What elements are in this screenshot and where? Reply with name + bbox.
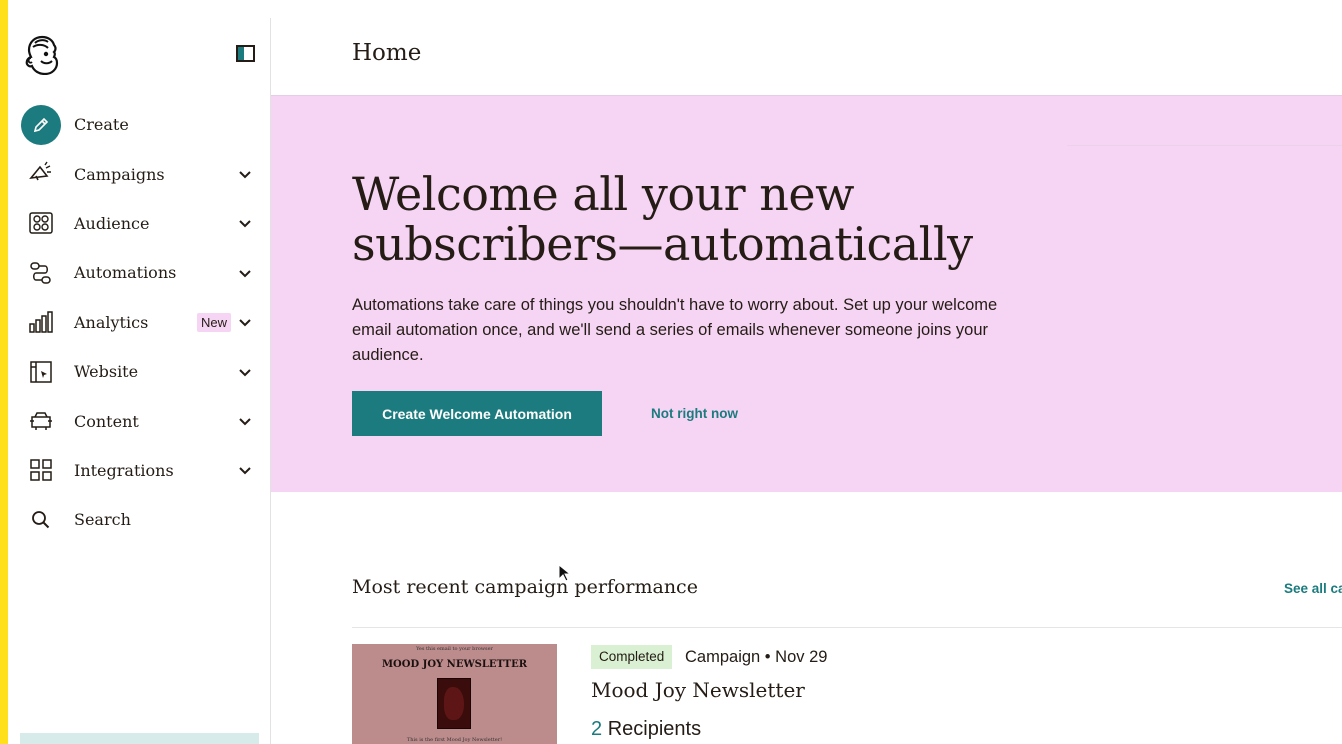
grid-icon — [28, 457, 54, 483]
new-badge: New — [197, 312, 232, 332]
thumbnail-image — [437, 678, 471, 729]
thumbnail-title: MOOD JOY NEWSLETTER — [381, 659, 528, 670]
audience-icon — [28, 210, 54, 236]
sidebar-item-content[interactable]: Content — [8, 396, 270, 445]
content-icon — [28, 408, 54, 434]
campaign-thumbnail[interactable]: Yes this email to your browser MOOD JOY … — [352, 644, 557, 744]
sidebar-item-create[interactable]: Create — [8, 100, 270, 149]
recent-campaign-title: Most recent campaign performance — [352, 576, 698, 598]
sidebar-item-label: Create — [74, 115, 129, 135]
recipients-label: Recipients — [607, 718, 702, 740]
page-title: Home — [352, 40, 422, 66]
see-all-campaigns-link[interactable]: See all ca — [1284, 581, 1342, 596]
section-divider — [352, 627, 1342, 628]
mailchimp-logo-icon[interactable] — [21, 33, 63, 76]
pencil-icon — [21, 104, 61, 145]
bar-chart-icon — [28, 309, 54, 335]
sidebar-item-website[interactable]: Website — [8, 347, 270, 396]
sidebar-collapse-icon[interactable] — [236, 45, 255, 62]
create-welcome-automation-button[interactable]: Create Welcome Automation — [352, 391, 602, 436]
campaign-meta: Campaign • Nov 29 — [685, 648, 828, 666]
main-content: Home Welcome all your new subscribers—au… — [271, 0, 1342, 744]
megaphone-icon — [28, 161, 54, 187]
automations-icon — [28, 260, 54, 286]
chevron-down-icon[interactable] — [238, 365, 252, 379]
yellow-accent-strip — [0, 0, 8, 744]
sidebar-nav: Create Campaigns Audience Automations An… — [8, 100, 270, 545]
search-icon — [28, 507, 54, 533]
sidebar-bottom-panel — [20, 733, 259, 744]
sidebar-item-label: Integrations — [74, 460, 174, 480]
sidebar-item-label: Content — [74, 411, 139, 431]
sidebar-item-audience[interactable]: Audience — [8, 199, 270, 248]
status-badge: Completed — [591, 645, 673, 669]
sidebar-item-analytics[interactable]: Analytics New — [8, 298, 270, 347]
chevron-down-icon[interactable] — [238, 463, 252, 477]
sidebar-item-label: Campaigns — [74, 164, 165, 184]
sidebar-item-label: Audience — [74, 213, 150, 233]
thumbnail-top-text: Yes this email to your browser — [416, 646, 493, 652]
mouse-cursor-icon — [558, 564, 570, 582]
sidebar-item-search[interactable]: Search — [8, 495, 270, 544]
chevron-down-icon[interactable] — [238, 216, 252, 230]
sidebar-item-campaigns[interactable]: Campaigns — [8, 149, 270, 198]
recipients-stat: 2 Recipients — [591, 718, 701, 741]
sidebar-item-label: Analytics — [74, 312, 149, 332]
website-icon — [28, 359, 54, 385]
recipients-count: 2 — [591, 718, 603, 740]
campaign-name-link[interactable]: Mood Joy Newsletter — [591, 678, 805, 702]
sidebar-item-label: Automations — [74, 263, 177, 283]
sidebar-item-automations[interactable]: Automations — [8, 248, 270, 297]
sidebar-item-label: Search — [74, 510, 131, 530]
sidebar-item-integrations[interactable]: Integrations — [8, 446, 270, 495]
sidebar: Create Campaigns Audience Automations An… — [8, 18, 271, 744]
sidebar-item-label: Website — [74, 362, 139, 382]
not-right-now-link[interactable]: Not right now — [651, 406, 738, 421]
welcome-automation-banner: Welcome all your new subscribers—automat… — [271, 95, 1342, 492]
banner-divider — [1067, 145, 1342, 146]
chevron-down-icon[interactable] — [238, 414, 252, 428]
banner-heading: Welcome all your new subscribers—automat… — [352, 167, 973, 271]
chevron-down-icon[interactable] — [238, 315, 252, 329]
banner-description: Automations take care of things you shou… — [352, 296, 998, 364]
thumbnail-bottom-text: This is the first Mood Joy Newsletter! — [406, 737, 503, 743]
chevron-down-icon[interactable] — [238, 167, 252, 181]
chevron-down-icon[interactable] — [238, 266, 252, 280]
